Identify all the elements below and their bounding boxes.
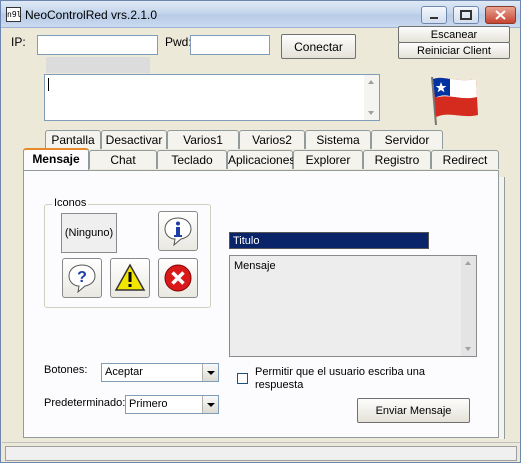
- buttons-select[interactable]: Aceptar: [101, 363, 219, 382]
- tab-varios2[interactable]: Varios2: [239, 130, 305, 149]
- text-caret: [48, 78, 49, 91]
- tab-chat[interactable]: Chat: [89, 150, 157, 169]
- minimize-icon: [430, 17, 438, 19]
- close-button[interactable]: [485, 6, 516, 24]
- warning-icon: [114, 263, 146, 291]
- title-bar[interactable]: n9l NeoControlRed vrs.2.1.0: [1, 1, 520, 28]
- maximize-button[interactable]: [453, 6, 479, 24]
- info-icon-button[interactable]: [158, 211, 198, 251]
- password-input[interactable]: [190, 35, 270, 55]
- default-select[interactable]: Primero: [125, 395, 219, 414]
- selected-icon-display: (Ninguno): [61, 213, 117, 253]
- tab-sistema[interactable]: Sistema: [305, 130, 371, 149]
- default-label: Predeterminado:: [44, 397, 126, 409]
- message-textarea[interactable]: Mensaje: [229, 255, 477, 357]
- tab-explorer[interactable]: Explorer: [293, 150, 363, 169]
- tab-desactivar[interactable]: Desactivar: [101, 130, 167, 149]
- mensaje-panel: Iconos (Ninguno) ? Titulo Mensaje Botone…: [23, 170, 499, 438]
- info-icon: [164, 217, 192, 247]
- tab-pantalla[interactable]: Pantalla: [45, 130, 101, 149]
- progress-bar: [46, 57, 150, 73]
- app-icon: n9l: [6, 7, 21, 22]
- scroll-down-icon[interactable]: [368, 111, 374, 115]
- maximize-icon: [460, 10, 472, 20]
- scan-button[interactable]: Escanear: [398, 26, 510, 43]
- close-icon: [495, 10, 506, 20]
- status-bar: [2, 442, 520, 462]
- message-scroll-up-icon[interactable]: [465, 261, 471, 265]
- minimize-button[interactable]: [421, 6, 447, 24]
- chevron-down-icon[interactable]: [202, 364, 218, 381]
- icons-group-title: Iconos: [52, 197, 89, 209]
- tab-servidor[interactable]: Servidor: [371, 130, 443, 149]
- tab-redirect[interactable]: Redirect: [431, 150, 499, 169]
- tab-teclado[interactable]: Teclado: [157, 150, 227, 169]
- error-icon-button[interactable]: [158, 258, 198, 298]
- send-message-button[interactable]: Enviar Mensaje: [357, 398, 470, 423]
- ip-input[interactable]: [37, 35, 158, 55]
- svg-text:?: ?: [77, 269, 87, 286]
- log-textarea[interactable]: [44, 74, 380, 121]
- allow-reply-label: Permitir que el usuario escriba una resp…: [255, 366, 425, 391]
- pwd-label: Pwd:: [165, 35, 192, 49]
- app-window: n9l NeoControlRed vrs.2.1.0 IP: Pwd: Con…: [0, 0, 521, 463]
- allow-reply-checkbox[interactable]: [237, 373, 248, 384]
- ip-label: IP:: [11, 35, 26, 49]
- tab-varios1[interactable]: Varios1: [167, 130, 239, 149]
- warning-icon-button[interactable]: [110, 258, 150, 298]
- chile-flag-icon: [426, 71, 482, 130]
- message-scrollbar[interactable]: [461, 256, 476, 356]
- panel-edge: [499, 177, 505, 439]
- scroll-up-icon[interactable]: [368, 80, 374, 84]
- tab-mensaje[interactable]: Mensaje: [23, 148, 89, 170]
- restart-client-button[interactable]: Reiniciar Client: [398, 42, 510, 59]
- connect-button[interactable]: Conectar: [281, 34, 356, 59]
- tab-registro[interactable]: Registro: [363, 150, 431, 169]
- buttons-select-value: Aceptar: [105, 366, 143, 378]
- error-icon: [164, 264, 192, 292]
- log-scrollbar[interactable]: [364, 75, 379, 120]
- tab-aplicaciones[interactable]: Aplicaciones: [227, 150, 295, 169]
- default-select-value: Primero: [129, 398, 168, 410]
- question-icon: ?: [68, 264, 96, 294]
- message-scroll-down-icon[interactable]: [465, 347, 471, 351]
- status-text: [5, 446, 517, 461]
- client-area: IP: Pwd: Conectar Escanear Reiniciar Cli…: [2, 26, 520, 462]
- message-text: Mensaje: [234, 260, 276, 272]
- chevron-down-icon[interactable]: [202, 396, 218, 413]
- buttons-label: Botones:: [44, 364, 88, 376]
- title-field[interactable]: Titulo: [229, 232, 429, 249]
- window-title: NeoControlRed vrs.2.1.0: [25, 8, 158, 22]
- question-icon-button[interactable]: ?: [62, 258, 102, 298]
